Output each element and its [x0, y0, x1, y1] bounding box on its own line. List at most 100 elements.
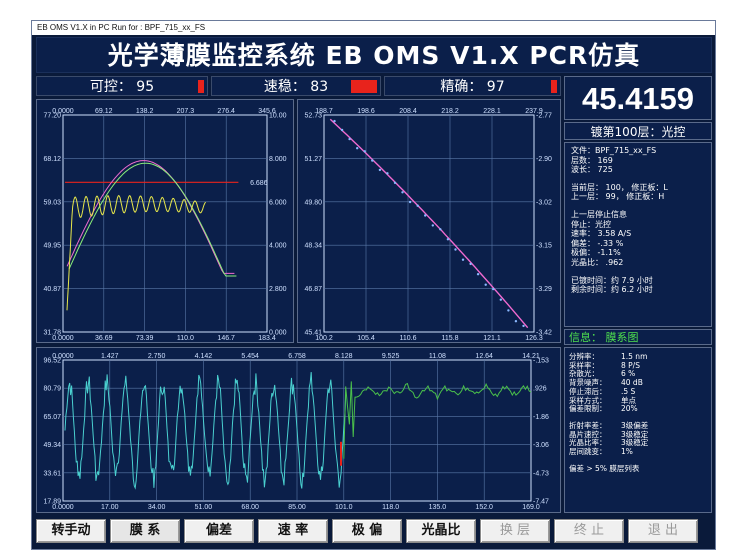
- y-right-tick-label: -3.15: [536, 243, 552, 250]
- info-wavelength: 波长： 725: [571, 165, 613, 175]
- x-bottom-tick-label: 146.7: [217, 335, 235, 342]
- x-top-tick-label: 1.427: [101, 353, 119, 360]
- x-top-tick-label: 218.2: [441, 108, 459, 115]
- toolbar-button-2[interactable]: 偏差: [184, 519, 254, 543]
- x-top-tick-label: 2.750: [148, 353, 166, 360]
- x-bottom-tick-label: 152.0: [475, 504, 493, 511]
- y-left-tick-label: 59.03: [43, 199, 61, 206]
- x-bottom-tick-label: 36.69: [95, 335, 113, 342]
- y-right-tick-label: 6.000: [269, 199, 287, 206]
- x-top-tick-label: 9.525: [382, 353, 400, 360]
- message-bar: 信息： 膜系图: [564, 329, 712, 345]
- rate-point: [431, 224, 434, 227]
- y-right-tick-label: .926: [533, 386, 547, 393]
- rate-point: [393, 181, 397, 184]
- status-precision-indicator: [551, 80, 557, 93]
- param-row: 偏差限制： 20%: [569, 405, 707, 414]
- x-bottom-tick-label: 121.1: [483, 335, 501, 342]
- rate-chart-panel: 188.7 100.2 198.6 105.4 208.4 110.6 218.2 115.8…: [297, 99, 561, 343]
- status-controllable: 可控： 95: [36, 76, 208, 96]
- y-left-tick-label: 33.61: [43, 470, 61, 477]
- x-bottom-tick-label: 118.0: [382, 504, 399, 511]
- status-stability-label: 速稳： 83: [263, 79, 329, 95]
- y-right-tick-label: -3.29: [536, 286, 552, 293]
- toolbar-button-3[interactable]: 速 率: [258, 519, 328, 543]
- rate-point: [371, 159, 374, 162]
- toolbar-button-8[interactable]: 退 出: [628, 519, 698, 543]
- target-annotation: 6.686: [250, 180, 268, 187]
- rate-point: [348, 137, 351, 141]
- y-left-tick-label: 49.80: [304, 199, 322, 206]
- x-top-tick-label: 228.1: [483, 108, 501, 115]
- y-right-tick-label: 10.00: [269, 113, 287, 120]
- layer-status: 镀第100层：光控: [564, 122, 712, 140]
- info-previous-layer: 上一层： 99， 修正板：H: [571, 192, 665, 202]
- rate-point: [446, 238, 450, 241]
- rate-point: [416, 204, 419, 207]
- y-left-tick-label: 51.27: [304, 156, 322, 163]
- monitor-chart: 0.00000.000069.1236.69138.273.39207.3110…: [43, 108, 287, 342]
- y-right-tick-label: 4.000: [269, 243, 287, 250]
- parameters-panel: 分辨率： 1.5 nm 采样率： 8 P/S 杂散光： 6 % 背景噪声： 40 dB 停止滞后…: [564, 347, 712, 513]
- y-right-tick-label: -2.77: [536, 113, 552, 120]
- monitor-chart-panel: 0.0000 0.0000 69.12 36.69 138.2 73.39 207.3 110…: [36, 99, 294, 343]
- y-left-tick-label: 77.20: [43, 113, 61, 120]
- status-stability-indicator: [351, 80, 377, 93]
- info-stop: 停止：光控: [571, 219, 611, 229]
- y-left-tick-label: 49.34: [43, 442, 61, 449]
- rate-point: [492, 287, 495, 291]
- param-key: 偏差限制：: [569, 404, 607, 414]
- status-controllable-label: 可控： 95: [89, 79, 155, 95]
- rate-point: [386, 172, 389, 175]
- y-left-tick-label: 52.73: [304, 113, 322, 120]
- rate-point: [378, 168, 382, 172]
- x-bottom-tick-label: 73.39: [136, 335, 154, 342]
- rate-point: [333, 119, 336, 123]
- simulated-curve-2: [68, 162, 237, 277]
- rate-point: [340, 128, 344, 132]
- rate-point: [424, 214, 427, 217]
- x-bottom-tick-label: 135.0: [429, 504, 447, 511]
- y-left-tick-label: 48.34: [304, 243, 322, 250]
- toolbar-button-0[interactable]: 转手动: [36, 519, 106, 543]
- y-left-tick-label: 68.12: [43, 156, 61, 163]
- x-bottom-tick-label: 34.00: [148, 504, 166, 511]
- rate-point: [363, 150, 366, 153]
- param2-key: 层间跳变：: [569, 447, 607, 457]
- status-precision: 精确： 97: [384, 76, 561, 96]
- parameters-list: 分辨率： 1.5 nm 采样率： 8 P/S 杂散光： 6 % 背景噪声： 40 dB 停止滞后…: [569, 352, 707, 414]
- rate-point: [356, 147, 359, 150]
- y-left-tick-label: 17.89: [43, 499, 61, 506]
- x-bottom-tick-label: 105.4: [357, 335, 375, 342]
- toolbar-button-6[interactable]: 换 层: [480, 519, 550, 543]
- rate-point: [522, 324, 525, 328]
- toolbar-button-4[interactable]: 极 偏: [332, 519, 402, 543]
- rate-point: [514, 320, 518, 323]
- info-deviation: 偏差： -.33 %: [571, 238, 624, 248]
- button-bar: 转手动膜 系偏差速 率极 偏光晶比换 层终 止退 出: [36, 519, 712, 547]
- status-precision-label: 精确： 97: [440, 79, 505, 95]
- info-elapsed-time: 已镀时间：约 7.9 小时: [571, 275, 653, 285]
- x-top-tick-label: 4.142: [195, 353, 213, 360]
- y-left-tick-label: 46.87: [304, 286, 322, 293]
- toolbar-button-5[interactable]: 光晶比: [406, 519, 476, 543]
- x-top-tick-label: 6.758: [288, 353, 306, 360]
- y-left-tick-label: 96.52: [43, 358, 61, 365]
- rate-trend-line: [329, 118, 529, 329]
- rate-point: [507, 309, 510, 312]
- toolbar-button-1[interactable]: 膜 系: [110, 519, 180, 543]
- x-bottom-tick-label: 68.00: [241, 504, 259, 511]
- rate-point: [439, 228, 442, 231]
- x-top-tick-label: 69.12: [95, 108, 113, 115]
- y-left-tick-label: 31.78: [43, 330, 61, 337]
- x-top-tick-label: 208.4: [399, 108, 417, 115]
- toolbar-button-7[interactable]: 终 止: [554, 519, 624, 543]
- info-layers: 层数： 169: [571, 155, 613, 165]
- info-panel: 文件：BPF_715_xx_FS 层数： 169 波长： 725 当前层： 10…: [564, 142, 712, 327]
- x-bottom-tick-label: 51.00: [195, 504, 213, 511]
- y-right-tick-label: -3.06: [533, 442, 549, 449]
- rate-point: [476, 273, 480, 276]
- parameters-list-2: 折射率差： 3级偏差 晶片速控： 3级稳定 光晶比率： 3级稳定 层间跳变： 1%: [569, 421, 707, 457]
- x-top-tick-label: 207.3: [177, 108, 195, 115]
- x-bottom-tick-label: 17.00: [101, 504, 119, 511]
